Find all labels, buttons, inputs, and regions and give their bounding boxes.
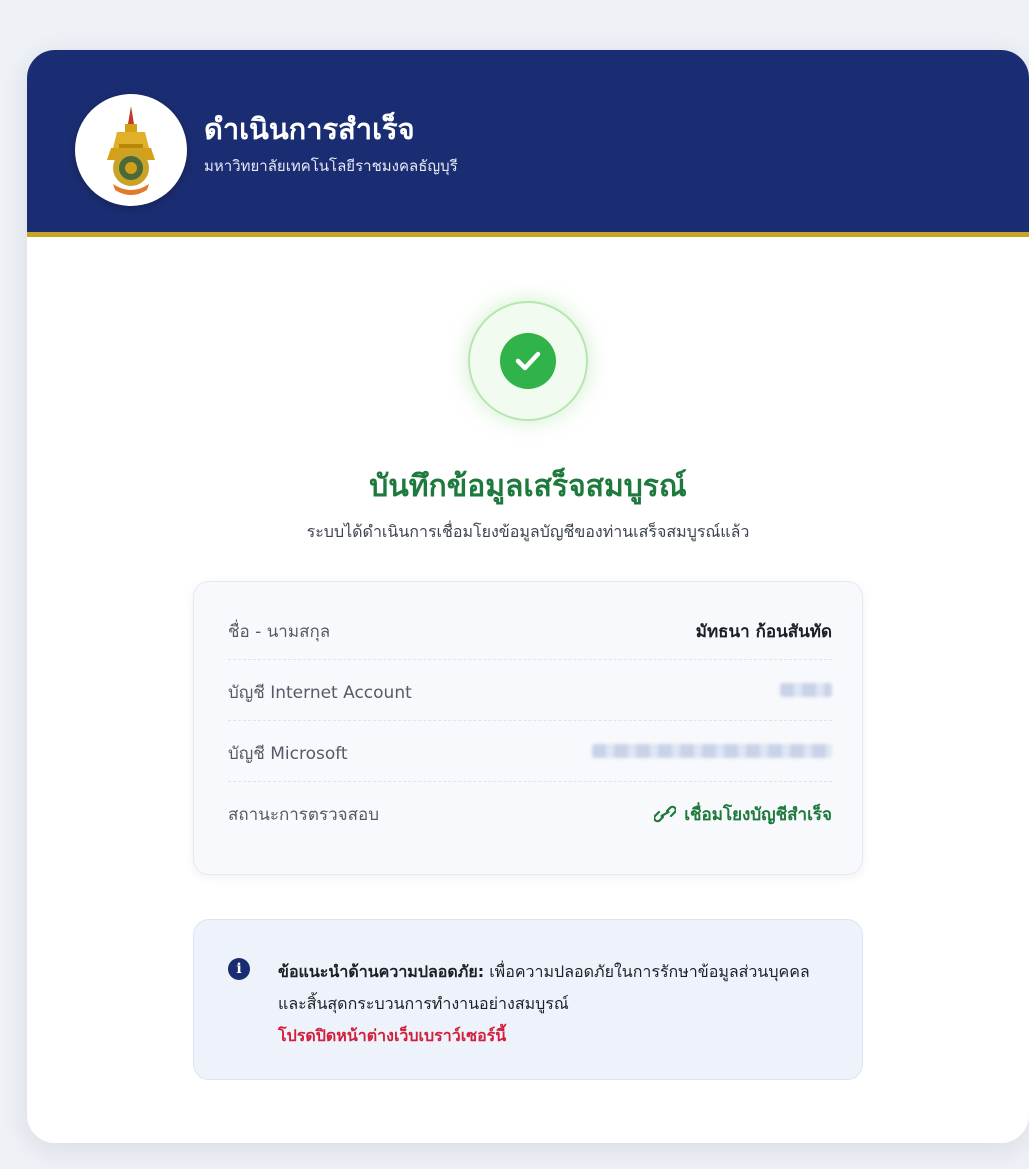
page-title: ดำเนินการสำเร็จ	[204, 112, 415, 146]
link-icon	[654, 805, 677, 823]
detail-row-microsoft: บัญชี Microsoft	[228, 720, 832, 782]
check-circle-icon	[500, 333, 556, 389]
success-title: บันทึกข้อมูลเสร็จสมบูรณ์	[369, 469, 687, 504]
verification-status-value: เชื่อมโยงบัญชีสำเร็จ	[654, 801, 832, 828]
microsoft-account-label: บัญชี Microsoft	[228, 744, 348, 764]
university-logo	[75, 94, 187, 206]
success-card: ดำเนินการสำเร็จ มหาวิทยาลัยเทคโนโลยีราชม…	[27, 50, 1029, 1143]
verification-status-text: เชื่อมโยงบัญชีสำเร็จ	[684, 805, 832, 825]
detail-row-status: สถานะการตรวจสอบ เชื่อมโยงบัญชีสำเร็จ	[228, 781, 832, 842]
success-description: ระบบได้ดำเนินการเชื่อมโยงข้อมูลบัญชีของท…	[306, 522, 750, 541]
detail-row-name: ชื่อ - นามสกุล มัทธนา ก้อนสันทัด	[228, 598, 832, 660]
info-icon: i	[228, 958, 250, 980]
university-emblem-icon	[107, 106, 155, 195]
name-value: มัทธนา ก้อนสันทัด	[695, 622, 832, 642]
close-browser-warning: โปรดปิดหน้าต่างเว็บเบราว์เซอร์นี้	[278, 1026, 507, 1045]
name-label: ชื่อ - นามสกุล	[228, 622, 331, 642]
university-name: มหาวิทยาลัยเทคโนโลยีราชมงคลธัญบุรี	[204, 157, 458, 175]
detail-row-internet-account: บัญชี Internet Account	[228, 659, 832, 721]
microsoft-account-value-redacted	[592, 744, 832, 758]
success-indicator	[468, 301, 588, 421]
page-header: ดำเนินการสำเร็จ มหาวิทยาลัยเทคโนโลยีราชม…	[27, 50, 1029, 237]
internet-account-label: บัญชี Internet Account	[228, 683, 412, 703]
verification-status-label: สถานะการตรวจสอบ	[228, 805, 379, 825]
security-tip: i ข้อแนะนำด้านความปลอดภัย: เพื่อความปลอด…	[193, 919, 863, 1080]
security-tip-lead: ข้อแนะนำด้านความปลอดภัย:	[278, 962, 485, 981]
account-details: ชื่อ - นามสกุล มัทธนา ก้อนสันทัด บัญชี I…	[193, 581, 863, 875]
security-tip-text: ข้อแนะนำด้านความปลอดภัย: เพื่อความปลอดภั…	[278, 956, 838, 1052]
internet-account-value-redacted	[780, 683, 832, 697]
